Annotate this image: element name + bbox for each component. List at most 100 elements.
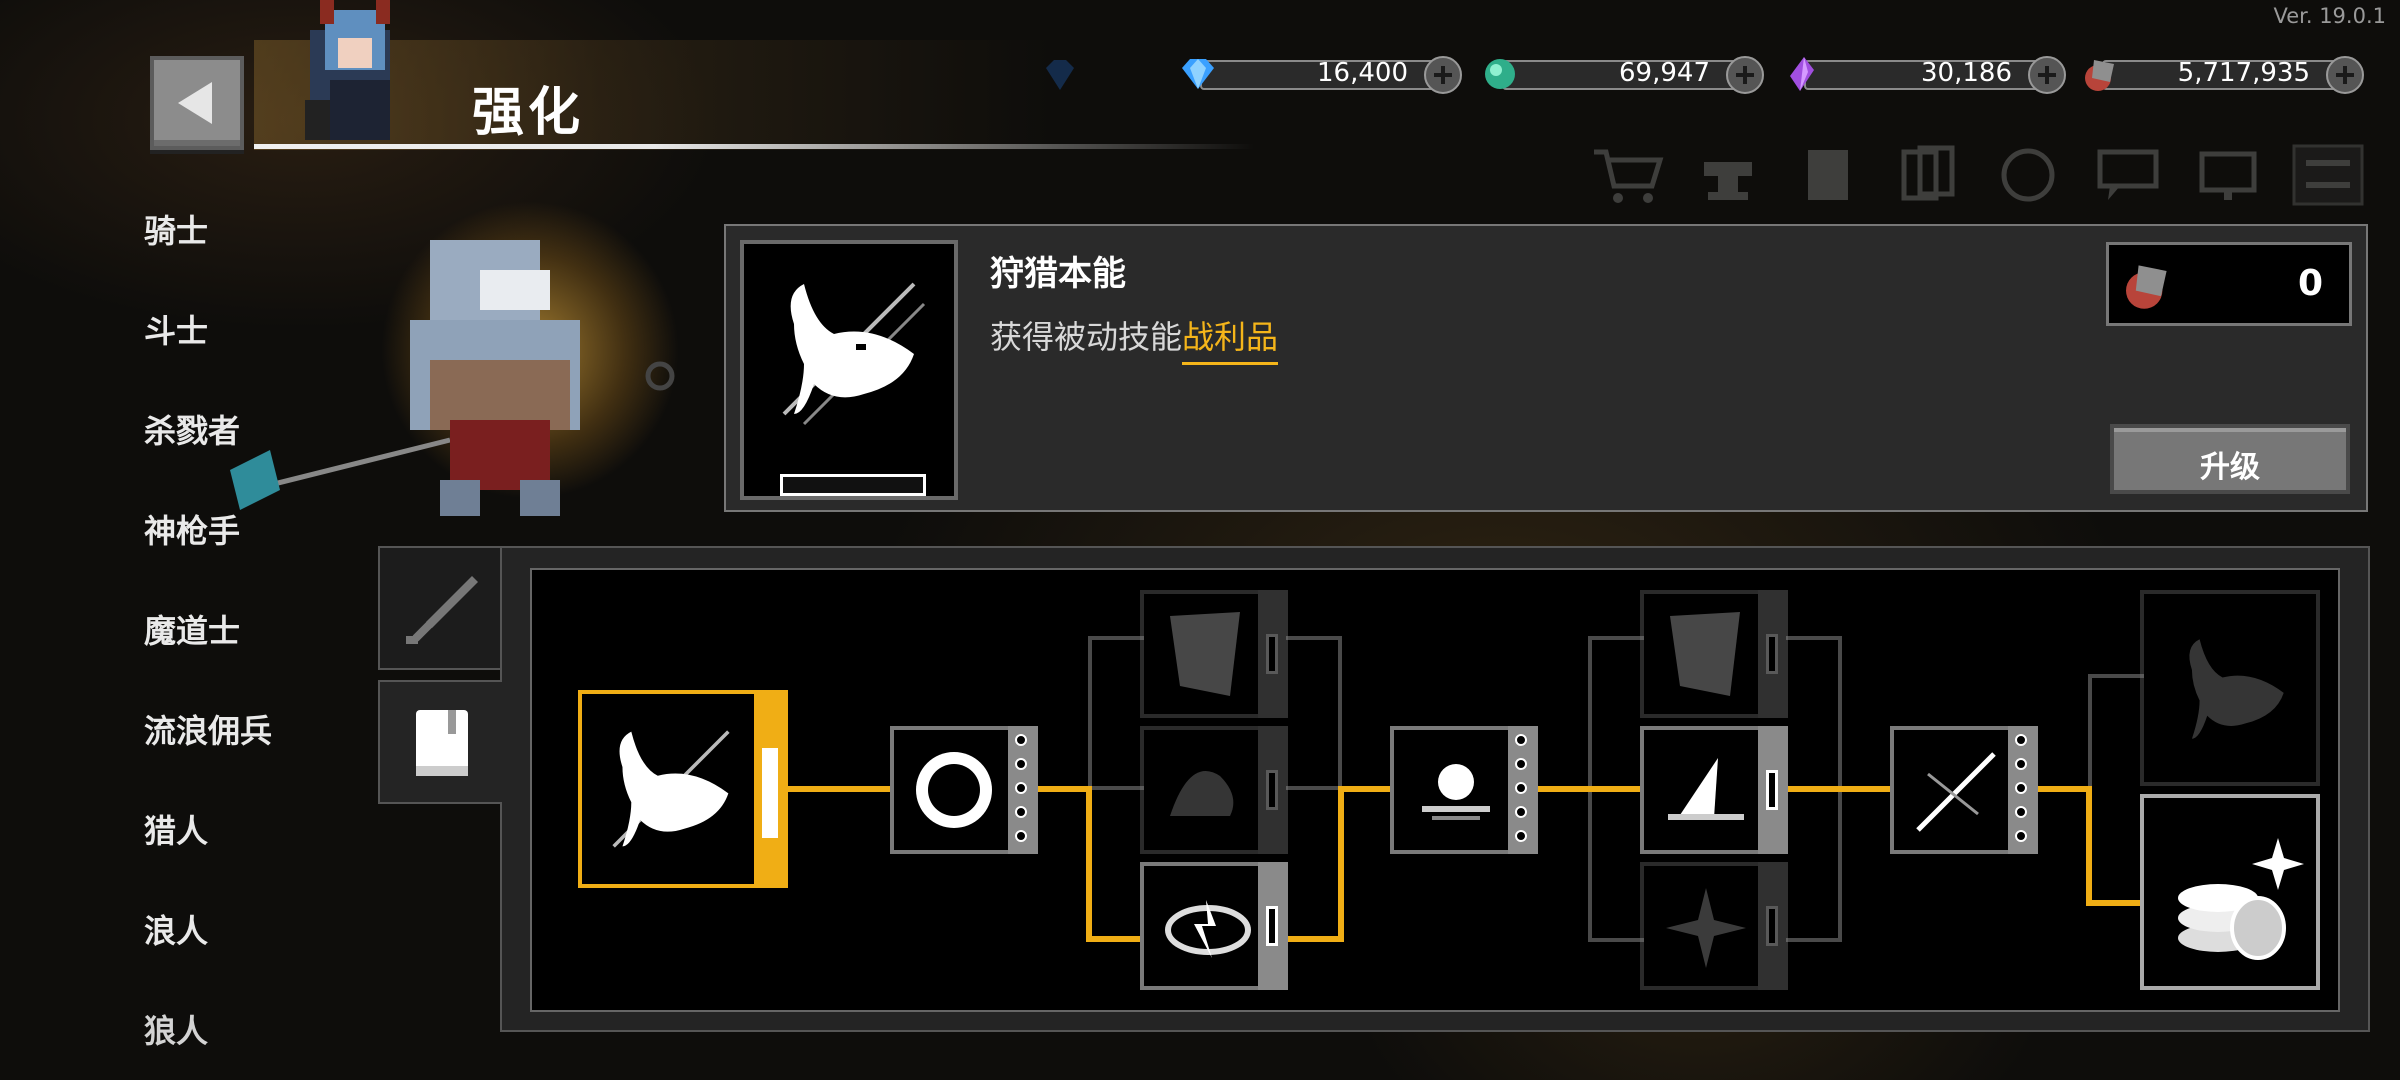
tree-path-active (786, 786, 894, 792)
tree-connector (1088, 786, 1144, 790)
add-ore-button[interactable] (2326, 56, 2364, 94)
moon-icon (1422, 764, 1490, 820)
sparkle-icon (1666, 888, 1746, 968)
currency-value: 16,400 (1317, 58, 1408, 88)
back-arrow-icon (178, 82, 212, 124)
scroll-icon (1670, 612, 1740, 696)
class-item-hunter[interactable]: 猎人 (144, 806, 208, 852)
class-item-ronin[interactable]: 浪人 (144, 906, 208, 952)
skill-node-spoils[interactable] (2140, 794, 2320, 990)
add-emerald-button[interactable] (1726, 56, 1764, 94)
skill-node-scroll[interactable] (1140, 590, 1288, 718)
upgrade-button[interactable]: 升级 (2110, 424, 2350, 494)
class-item-mage[interactable]: 魔道士 (144, 606, 240, 652)
shark-skill-icon (782, 282, 926, 426)
scroll-icon (1170, 612, 1240, 696)
add-gem-button[interactable] (1424, 56, 1462, 94)
vortex-icon (916, 752, 992, 828)
storm-icon (1165, 900, 1251, 958)
tree-path-active (2086, 900, 2144, 906)
book-icon (416, 710, 468, 776)
tree-path-active (1286, 936, 1344, 942)
add-crystal-button[interactable] (2028, 56, 2066, 94)
tab-skill-book[interactable] (378, 680, 502, 804)
tree-path-active (1036, 786, 1088, 792)
shark-skill-icon (2189, 639, 2284, 739)
tree-connector (1286, 786, 1342, 790)
red-ore-icon (2126, 265, 2167, 309)
faded-currency-slot (1040, 58, 1160, 92)
tree-path-active (1338, 786, 1344, 942)
class-item-mercenary[interactable]: 流浪佣兵 (144, 706, 272, 752)
skill-desc-text: 获得被动技能 (990, 318, 1183, 356)
tree-connector (1088, 636, 1092, 792)
skill-progress-bar (780, 474, 926, 496)
tree-connector (1786, 938, 1842, 942)
tree-path-active (2086, 786, 2092, 906)
spear-icon (1916, 752, 1996, 832)
back-button[interactable] (150, 56, 244, 150)
currency-value: 5,717,935 (2177, 58, 2310, 88)
class-item-fighter[interactable]: 斗士 (144, 306, 208, 352)
skill-node-moon[interactable] (1390, 726, 1538, 854)
wave-icon (1170, 771, 1234, 816)
tree-path-active (1086, 786, 1092, 942)
tab-weapon[interactable] (378, 546, 502, 670)
skill-node-spear[interactable] (1890, 726, 2038, 854)
chat-icon (2097, 149, 2159, 200)
shark-skill-icon (612, 730, 730, 848)
skill-node-scroll-2[interactable] (1640, 590, 1788, 718)
currency-value: 69,947 (1619, 58, 1710, 88)
skill-node-shark-passive[interactable] (2140, 590, 2320, 786)
skill-node-storm[interactable] (1140, 862, 1288, 990)
blue-diamond-icon (1182, 59, 1214, 89)
currency-emerald: 69,947 (1480, 56, 1770, 94)
notice-icon (2199, 151, 2257, 200)
skill-node-wave[interactable] (1140, 726, 1288, 854)
skill-desc-highlight[interactable]: 战利品 (1182, 318, 1279, 365)
tree-path-active (1338, 786, 1394, 792)
currency-ore: 5,717,935 (2080, 56, 2370, 94)
menu-icon (2292, 144, 2364, 206)
face-icon (2001, 148, 2055, 202)
shop-cart-icon (1594, 149, 1664, 203)
anvil-icon (1704, 162, 1752, 200)
skill-description: 获得被动技能战利品 (990, 312, 1279, 365)
purple-crystal-icon (1790, 57, 1814, 91)
class-item-knight[interactable]: 骑士 (144, 206, 208, 252)
tree-connector (1588, 636, 1644, 640)
coin-stack-icon (2178, 838, 2304, 960)
skill-icon-frame (740, 240, 958, 500)
red-ore-icon (2085, 60, 2114, 91)
currency-value: 30,186 (1921, 58, 2012, 88)
tree-connector (1786, 636, 1842, 640)
tree-path-active (2036, 786, 2088, 792)
upgrade-cost-value: 0 (2297, 263, 2323, 304)
upgrade-cost-box: 0 (2106, 242, 2352, 326)
shark-hero-sprite (230, 240, 675, 516)
shark-fin-icon (1668, 758, 1744, 820)
tree-path-active (1786, 786, 1894, 792)
page-title: 强化 (472, 83, 585, 143)
tree-path-active (1536, 786, 1644, 792)
tree-connector (1286, 636, 1342, 640)
currency-gem: 16,400 (1178, 56, 1468, 94)
tree-connector (1088, 636, 1144, 640)
title-underline (254, 144, 1254, 149)
upgrade-button-label: 升级 (2200, 450, 2260, 485)
skill-node-vortex[interactable] (890, 726, 1038, 854)
tree-connector (2088, 674, 2144, 678)
book-icon (1808, 150, 1848, 200)
skill-node-hunting-instinct[interactable] (578, 690, 788, 888)
skill-node-sparkle[interactable] (1640, 862, 1788, 990)
green-gem-icon (1485, 59, 1515, 89)
version-label: Ver. 19.0.1 (2273, 4, 2386, 28)
currency-crystal: 30,186 (1782, 56, 2072, 94)
class-item-werewolf[interactable]: 狼人 (144, 1006, 208, 1052)
cards-icon (1901, 145, 1955, 201)
character-portrait (305, 0, 390, 140)
skill-name: 狩猎本能 (990, 254, 1126, 294)
skill-node-fin[interactable] (1640, 726, 1788, 854)
sword-icon (406, 576, 478, 644)
tree-path-active (1086, 936, 1144, 942)
